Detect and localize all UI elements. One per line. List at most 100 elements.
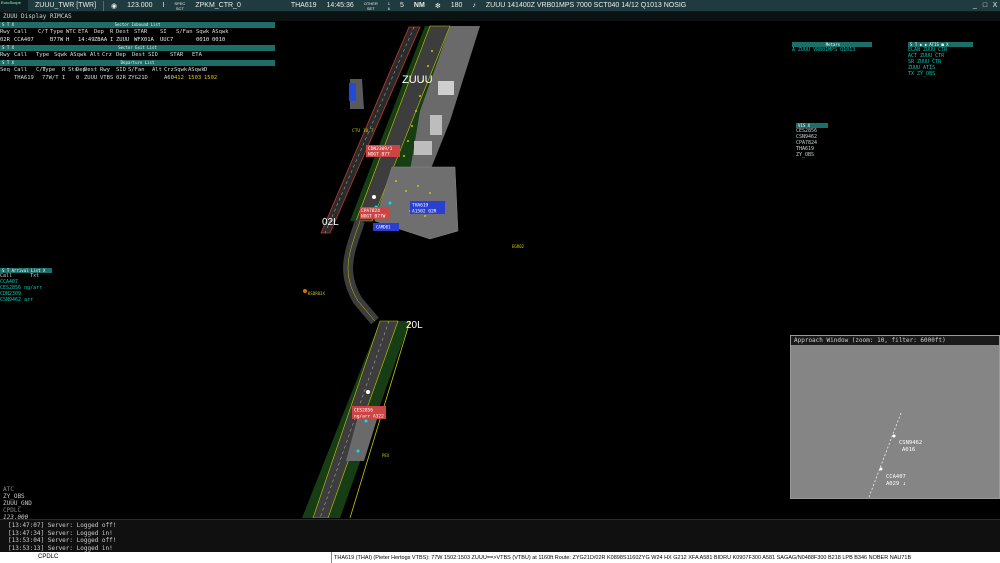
close-button[interactable]: X xyxy=(990,0,1000,12)
approach-ac1-call: CSN9462 xyxy=(899,440,922,446)
tag-tha619[interactable]: THA619 A1502 02R xyxy=(410,201,445,215)
sector-exit-titlebar[interactable]: S T X Sector Exit List xyxy=(0,45,275,51)
atc-station-name[interactable]: ZPKM_CTR_0 xyxy=(192,0,244,12)
exit-header-cell: SID xyxy=(148,52,158,58)
inbound-row-cell xyxy=(176,36,196,44)
ratio-bottom: 6 xyxy=(387,5,391,11)
callsign-label[interactable]: ZUUU_TWR [TWR] xyxy=(32,0,99,12)
arrival-callsign: CSN9462 xyxy=(0,297,22,303)
inbound-row-cell: H xyxy=(66,37,70,43)
departure-header-cell: Rwy xyxy=(100,67,110,73)
atc-entry[interactable]: ZY_OBS xyxy=(3,493,32,500)
inbound-row-cell: CCA407 xyxy=(14,37,34,43)
departure-header-cell: Alt xyxy=(152,67,162,73)
departure-row-cell xyxy=(152,74,164,82)
settings-icon[interactable]: ✻ xyxy=(432,0,444,12)
range-value[interactable]: 5 xyxy=(397,0,407,12)
minimize-button[interactable]: _ xyxy=(970,0,980,12)
sector-inbound-row[interactable]: 02R CCA407 B77W H 14:49 ZBAA I ZUUU WFX01A UUC7 00… xyxy=(0,36,275,44)
vis-panel: VIS X CES2856 CSN9462 CPA7824 THA619 ZY_OBS xyxy=(796,123,828,158)
ctu-label: CTU 10.7 xyxy=(352,128,374,134)
sector-inbound-titlebar[interactable]: S T X Sector Inbound List xyxy=(0,22,275,28)
tag-line1: CES2856 xyxy=(354,408,373,414)
exit-header-cell: Call xyxy=(14,52,28,58)
vis-line[interactable]: ZY_OBS xyxy=(796,152,828,158)
atc-type-label: SPEC SCT xyxy=(171,0,188,12)
sound-icon[interactable]: ♪ xyxy=(469,0,479,12)
small-map-label: PEX xyxy=(382,453,390,458)
departure-header-cell: Dep xyxy=(76,67,86,73)
cpdlc-heading: CPDLC xyxy=(3,507,22,514)
inbound-header-cell: Sqwk xyxy=(196,29,210,35)
inbound-header-cell: ETA xyxy=(78,29,88,35)
inbound-header-cell: WTC xyxy=(66,29,76,35)
departure-row-cell xyxy=(0,74,14,82)
app-logo[interactable]: EuroScope xyxy=(0,0,28,12)
departure-row-cell: ZUUU xyxy=(84,75,98,81)
approach-window-canvas: CSN9462 A016 CCA407 A029 ↓ xyxy=(868,412,922,498)
arrival-row[interactable]: CSN9462 arr xyxy=(0,297,52,303)
fix-label: EGR02 xyxy=(512,244,525,249)
arrival-text: arr xyxy=(21,297,34,303)
atis-panel: S T ◆ ◆ ATIS ■ X ELAN ZUUU_CTR ACT ZUUU_C… xyxy=(908,42,973,77)
approach-ac1-alt: A016 xyxy=(902,447,915,453)
exit-header-cell: Dep xyxy=(116,52,126,58)
other-set-buttons[interactable]: OTHER SET xyxy=(361,0,381,12)
radio-icon[interactable]: ◉ xyxy=(108,0,120,12)
metar-line[interactable]: A ZUUU VRB01MPS Q1013 xyxy=(792,47,872,53)
frequency-label[interactable]: 123.000 xyxy=(124,0,155,12)
terminal-building xyxy=(438,81,454,95)
tag-line2: A1502 02R xyxy=(412,209,437,215)
exit-header-cell: Crz xyxy=(102,52,112,58)
tag-cdn2309[interactable]: CDN2309/1 NOGT B77 xyxy=(366,145,400,158)
departure-row-cell xyxy=(68,74,76,82)
departure-header-cell: D xyxy=(204,67,208,73)
departure-titlebar[interactable]: S T X Departure List xyxy=(0,60,275,66)
departure-row-cell: 1502 xyxy=(204,75,218,81)
arrival-rows: CCA407 CES2856 ng/arr CDN2309 CSN9462 arr xyxy=(0,279,52,303)
exit-header-cell: Type xyxy=(36,52,50,58)
aircraft-blip xyxy=(879,467,883,471)
range-unit: NM xyxy=(413,2,425,9)
approach-ac2-call: CCA407 xyxy=(886,474,906,480)
atc-entry[interactable]: ZUUU_GND xyxy=(3,500,32,507)
runway-20l-label: 20L xyxy=(406,320,423,331)
sector-inbound-title: Sector Inbound List xyxy=(114,22,161,27)
heading-value[interactable]: 180 xyxy=(448,0,466,12)
exit-header-cell: Rwy xyxy=(0,52,10,58)
tag-camd01[interactable]: CAMD01 xyxy=(373,223,399,231)
runway-20l xyxy=(312,320,399,518)
atis-line[interactable]: TX ZY_OBS xyxy=(908,71,973,77)
airport-map[interactable]: ZUUU 02L 20L CTU 10.7 EGR02 KSDR03X PEX … xyxy=(280,21,790,518)
top-toolbar: EuroScope ZUUU_TWR [TWR] ◉ 123.000 I SPE… xyxy=(0,0,1000,12)
atc-heading: ATC xyxy=(3,486,14,493)
departure-header-cell: Call xyxy=(14,67,28,73)
departure-row[interactable]: THA619 77W/T I 0 ZUUU VTBS 02R ZYG21D A60 412 1503… xyxy=(0,74,275,82)
selected-aircraft[interactable]: THA619 xyxy=(288,0,320,12)
atc-type-bottom: SCT xyxy=(175,5,184,11)
tag-cpa7824[interactable]: CPA7824 NOGT B77W xyxy=(360,207,390,220)
departure-header: Seq Call C/T Type R Sts Dep Dest Rwy SID S/Fan Alt C… xyxy=(0,66,275,74)
approach-window[interactable]: Approach Window (zoom: 10, filter: 6000f… xyxy=(790,335,1000,499)
tag-line1: CAMD01 xyxy=(376,225,391,230)
tag-ces2856[interactable]: CES2856 ng/arr A322 xyxy=(352,406,386,420)
inbound-header-cell: STAR xyxy=(134,29,148,35)
exit-header-cell: ETA xyxy=(192,52,202,58)
inbound-header-cell: Call xyxy=(14,29,28,35)
airport-label: ZUUU xyxy=(402,74,433,86)
maximize-button[interactable]: □ xyxy=(980,0,990,12)
metars-panel: Metars A ZUUU VRB01MPS Q1013 xyxy=(792,42,872,53)
atc-info: ATC ZY_OBS ZUUU_GND CPDLC 123.000 xyxy=(3,486,32,521)
departure-row-cell: 02R xyxy=(116,75,126,81)
departure-header-cell: SID xyxy=(116,67,126,73)
sector-inbound-list: S T X Sector Inbound List Rwy Call C/T Type… xyxy=(0,22,275,44)
approach-window-title[interactable]: Approach Window (zoom: 10, filter: 6000f… xyxy=(791,336,999,345)
inbound-header-cell: C/T xyxy=(38,29,48,35)
departure-header-cell: Seq xyxy=(0,67,10,73)
metar-text[interactable]: ZUUU 141400Z VRB01MPS 7000 SCT040 14/12 … xyxy=(483,0,689,12)
departure-header-cell: Crz xyxy=(164,67,174,73)
connecting-taxiway xyxy=(343,219,379,325)
inbound-row-cell: 02R xyxy=(0,37,10,43)
tag-line1: CDN2309/1 xyxy=(368,146,393,152)
command-input[interactable]: CPDLC xyxy=(0,552,332,563)
